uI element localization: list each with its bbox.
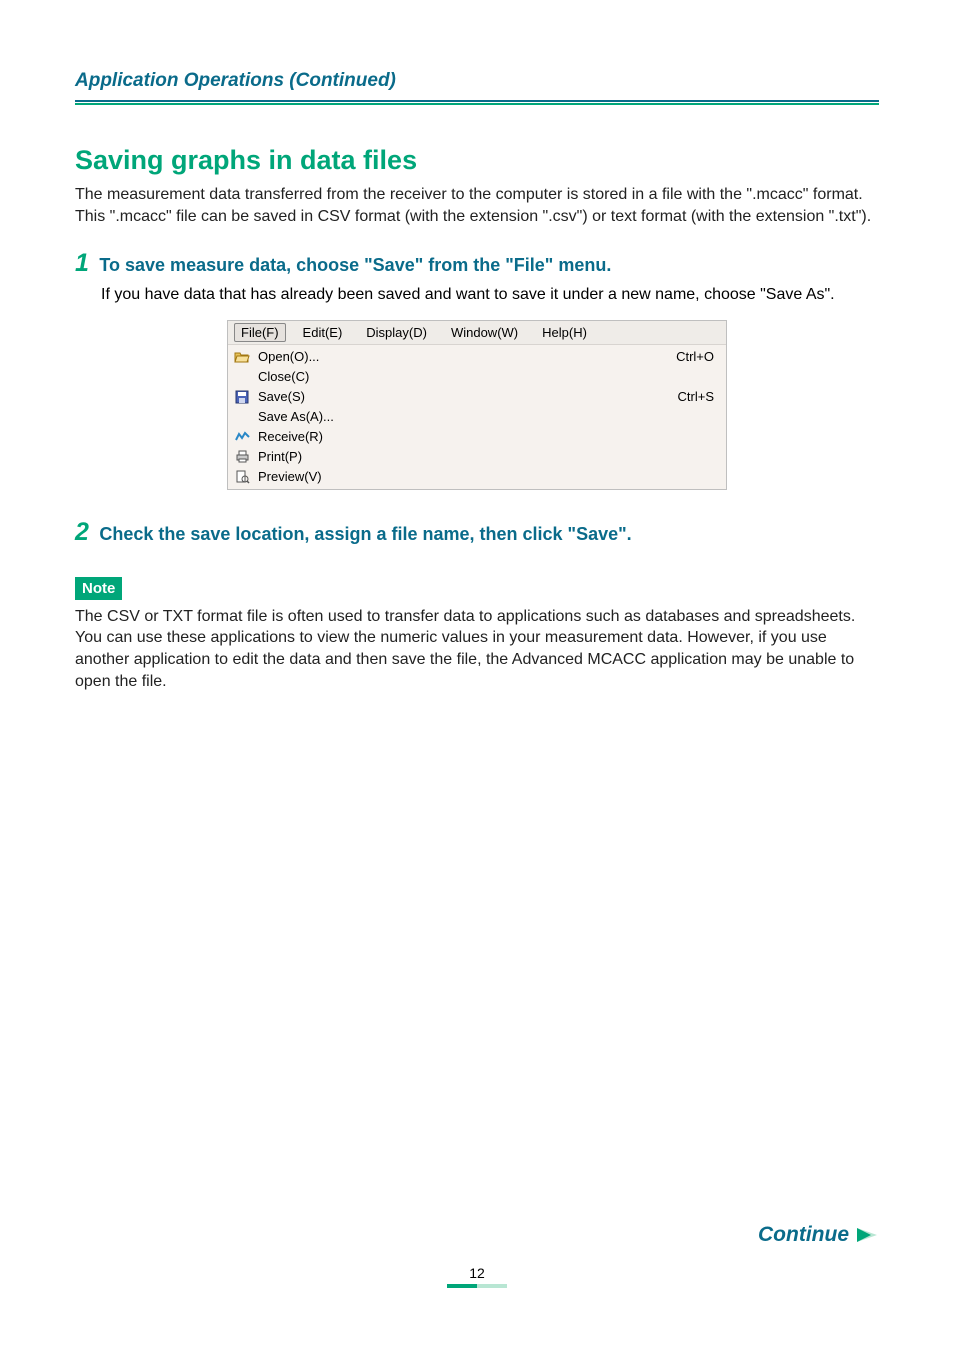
menu-item-label: Preview(V) [256,469,656,484]
menu-item-label: Save(S) [256,389,656,404]
menu-item-save-as[interactable]: Save As(A)... [228,407,726,427]
menu-item-print[interactable]: Print(P) [228,447,726,467]
tab-window[interactable]: Window(W) [444,323,525,342]
menu-item-open[interactable]: Open(O)... Ctrl+O [228,347,726,367]
menu-item-label: Save As(A)... [256,409,656,424]
menu-item-label: Open(O)... [256,349,656,364]
receive-icon [228,431,256,443]
footer: Continue 12 [75,1223,879,1288]
tab-file[interactable]: File(F) [234,323,286,342]
page-number: 12 [75,1265,879,1281]
header-title: Application Operations (Continued) [75,70,879,92]
menu-item-label: Close(C) [256,369,656,384]
menu-list: Open(O)... Ctrl+O Close(C) Save(S) Ctrl+… [228,345,726,489]
page-progress-bar [447,1284,507,1288]
tab-edit[interactable]: Edit(E) [296,323,350,342]
step-number: 1 [75,249,89,277]
menu-item-shortcut: Ctrl+S [656,389,726,404]
printer-icon [228,450,256,463]
header-rule [75,100,879,105]
step-heading: Check the save location, assign a file n… [99,524,631,544]
folder-open-icon [228,350,256,363]
menu-item-label: Receive(R) [256,429,656,444]
tab-help[interactable]: Help(H) [535,323,594,342]
step-heading: To save measure data, choose "Save" from… [99,255,611,275]
page-magnifier-icon [228,470,256,484]
continue-label: Continue [758,1223,849,1247]
menu-item-label: Print(P) [256,449,656,464]
note-text: The CSV or TXT format file is often used… [75,606,879,692]
save-icon [228,390,256,404]
step-number: 2 [75,518,89,546]
menu-item-close[interactable]: Close(C) [228,367,726,387]
tab-display[interactable]: Display(D) [359,323,434,342]
continue-arrow-icon [855,1226,879,1244]
step-1: 1 To save measure data, choose "Save" fr… [75,249,879,278]
note-badge: Note [75,577,122,600]
section-intro: The measurement data transferred from th… [75,184,879,227]
menu-bar: File(F) Edit(E) Display(D) Window(W) Hel… [228,321,726,345]
menu-screenshot: File(F) Edit(E) Display(D) Window(W) Hel… [75,320,879,490]
step-2: 2 Check the save location, assign a file… [75,518,879,547]
section-title: Saving graphs in data files [75,145,879,176]
menu-item-preview[interactable]: Preview(V) [228,467,726,487]
menu-item-save[interactable]: Save(S) Ctrl+S [228,387,726,407]
menu-item-receive[interactable]: Receive(R) [228,427,726,447]
step-body: If you have data that has already been s… [101,284,879,306]
menu-item-shortcut: Ctrl+O [656,349,726,364]
